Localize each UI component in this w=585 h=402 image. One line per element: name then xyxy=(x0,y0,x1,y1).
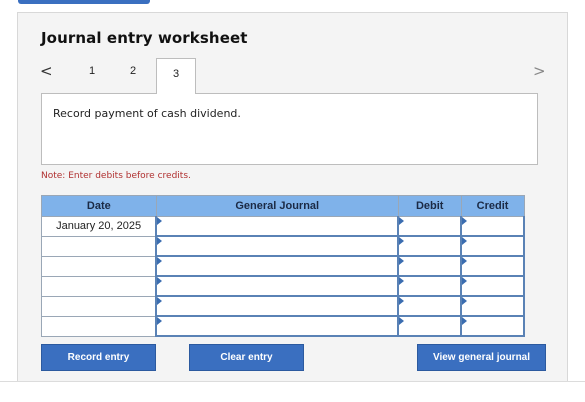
caret-right-icon xyxy=(157,317,163,325)
caret-right-icon xyxy=(462,237,468,245)
divider xyxy=(0,381,585,382)
caret-right-icon xyxy=(399,277,405,285)
instruction-box: Record payment of cash dividend. xyxy=(41,93,538,165)
table-row xyxy=(41,315,525,337)
caret-right-icon xyxy=(462,317,468,325)
caret-right-icon xyxy=(399,237,405,245)
page-title: Journal entry worksheet xyxy=(41,29,248,47)
table-row: January 20, 2025 xyxy=(41,216,525,237)
table-row xyxy=(41,295,525,317)
header-date: Date xyxy=(41,195,157,217)
account-input[interactable] xyxy=(155,295,400,317)
debit-input[interactable] xyxy=(397,235,463,257)
credit-input[interactable] xyxy=(460,235,525,257)
clear-entry-button[interactable]: Clear entry xyxy=(189,344,304,371)
caret-right-icon xyxy=(462,297,468,305)
credit-input[interactable] xyxy=(460,315,525,337)
caret-right-icon xyxy=(462,257,468,265)
table-row xyxy=(41,275,525,297)
instruction-text: Record payment of cash dividend. xyxy=(53,107,241,120)
credit-input[interactable] xyxy=(460,255,525,277)
debit-input[interactable] xyxy=(397,216,463,237)
header-general-journal: General Journal xyxy=(155,195,399,217)
debit-input[interactable] xyxy=(397,315,463,337)
chevron-right-icon[interactable]: > xyxy=(533,62,546,80)
credit-input[interactable] xyxy=(460,216,525,237)
header-credit: Credit xyxy=(460,195,525,217)
debit-input[interactable] xyxy=(397,255,463,277)
record-entry-button[interactable]: Record entry xyxy=(41,344,156,371)
date-cell: January 20, 2025 xyxy=(41,216,157,237)
caret-right-icon xyxy=(157,257,163,265)
header-debit: Debit xyxy=(397,195,462,217)
debit-input[interactable] xyxy=(397,295,463,317)
caret-right-icon xyxy=(157,277,163,285)
caret-right-icon xyxy=(157,297,163,305)
account-input[interactable] xyxy=(155,235,400,257)
tab-3[interactable]: 3 xyxy=(156,58,196,94)
caret-right-icon xyxy=(399,217,405,225)
tab-2[interactable]: 2 xyxy=(130,65,136,77)
account-input[interactable] xyxy=(155,275,400,297)
view-general-journal-button[interactable]: View general journal xyxy=(417,344,546,371)
top-tab-stub xyxy=(18,0,150,4)
caret-right-icon xyxy=(462,277,468,285)
credit-input[interactable] xyxy=(460,275,525,297)
journal-table: Date General Journal Debit Credit Januar… xyxy=(41,195,525,337)
tab-1[interactable]: 1 xyxy=(89,65,95,77)
credit-input[interactable] xyxy=(460,295,525,317)
caret-right-icon xyxy=(462,217,468,225)
note-text: Note: Enter debits before credits. xyxy=(41,171,191,181)
caret-right-icon xyxy=(399,257,405,265)
caret-right-icon xyxy=(399,297,405,305)
caret-right-icon xyxy=(157,217,163,225)
chevron-left-icon[interactable]: < xyxy=(40,62,53,80)
account-input[interactable] xyxy=(155,216,400,237)
table-row xyxy=(41,235,525,257)
date-cell xyxy=(41,235,157,257)
debit-input[interactable] xyxy=(397,275,463,297)
table-header-row: Date General Journal Debit Credit xyxy=(41,195,525,217)
date-cell xyxy=(41,255,157,277)
caret-right-icon xyxy=(399,317,405,325)
caret-right-icon xyxy=(157,237,163,245)
date-cell xyxy=(41,275,157,297)
date-cell xyxy=(41,315,157,337)
account-input[interactable] xyxy=(155,315,400,337)
table-row xyxy=(41,255,525,277)
account-input[interactable] xyxy=(155,255,400,277)
date-cell xyxy=(41,295,157,317)
